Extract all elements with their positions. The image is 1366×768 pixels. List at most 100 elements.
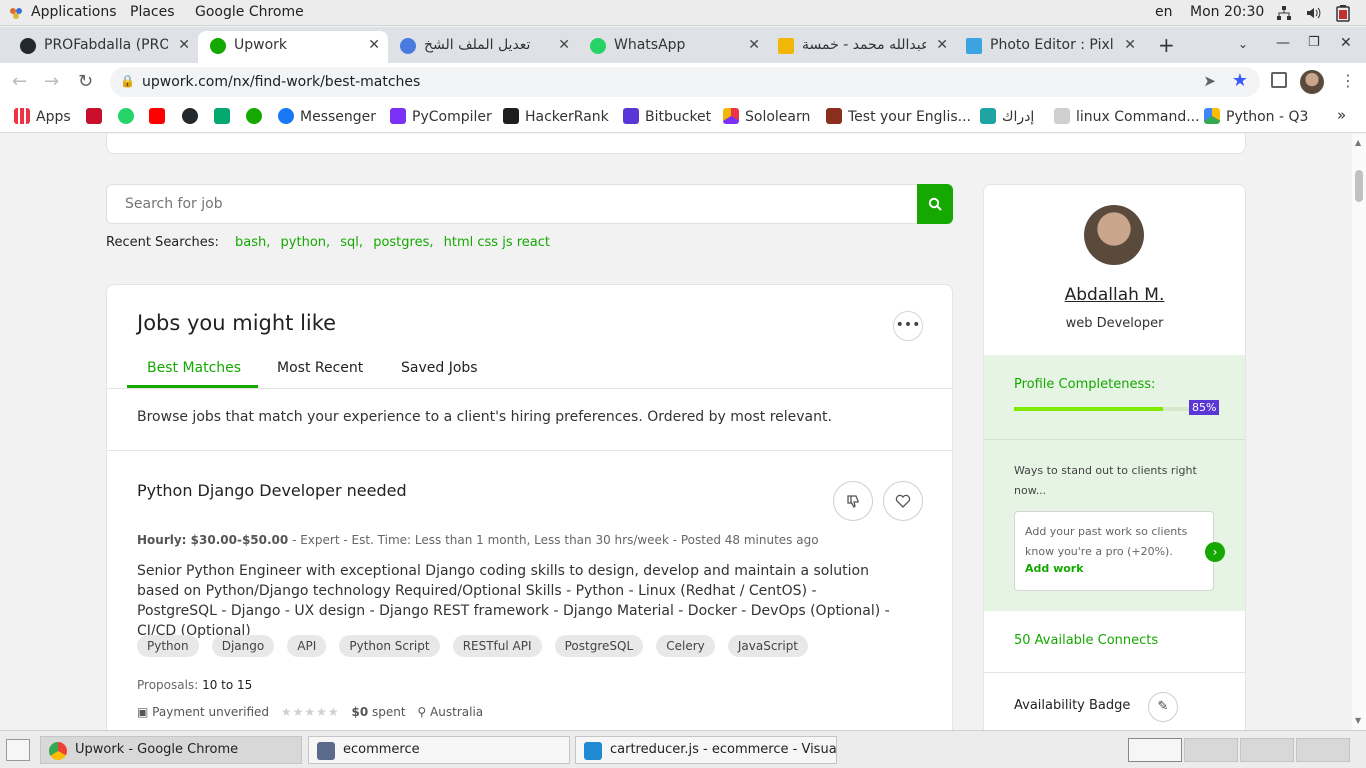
tab-upwork[interactable]: Upwork ✕ bbox=[198, 31, 388, 63]
workspace-2[interactable] bbox=[1184, 738, 1238, 762]
workspace-3[interactable] bbox=[1240, 738, 1294, 762]
reload-icon[interactable]: ↻ bbox=[78, 71, 93, 92]
add-work-link[interactable]: Add work bbox=[1025, 562, 1084, 575]
skill-tag[interactable]: RESTful API bbox=[452, 635, 542, 657]
clock[interactable]: Mon 20:30 bbox=[1190, 4, 1264, 20]
url-text[interactable]: upwork.com/nx/find-work/best-matches bbox=[142, 74, 420, 90]
dislike-job-button[interactable] bbox=[833, 481, 873, 521]
bookmark-pycompiler[interactable]: PyCompiler bbox=[390, 108, 492, 125]
bookmark-python-q3[interactable]: Python - Q3 bbox=[1204, 108, 1308, 125]
bookmark-upwork[interactable] bbox=[246, 108, 268, 125]
bookmark-bitbucket[interactable]: Bitbucket bbox=[623, 108, 711, 125]
forward-icon[interactable]: → bbox=[44, 71, 59, 92]
taskbar-chrome[interactable]: Upwork - Google Chrome bbox=[40, 736, 302, 764]
tab-search-icon[interactable]: ⌄ bbox=[1238, 37, 1248, 51]
close-icon[interactable]: ✕ bbox=[558, 31, 570, 59]
search-input[interactable] bbox=[106, 184, 917, 224]
address-bar[interactable]: 🔒 upwork.com/nx/find-work/best-matches ➤… bbox=[110, 67, 1260, 97]
skill-tag[interactable]: Celery bbox=[656, 635, 715, 657]
bookmark-github[interactable] bbox=[182, 108, 204, 125]
close-icon[interactable]: ✕ bbox=[368, 31, 380, 59]
skill-tag[interactable]: Python Script bbox=[339, 635, 440, 657]
keyboard-language[interactable]: en bbox=[1155, 4, 1173, 20]
profile-name-link[interactable]: Abdallah M. bbox=[984, 285, 1245, 305]
bookmark-apps[interactable]: Apps bbox=[14, 108, 71, 125]
more-bookmarks-icon[interactable]: » bbox=[1337, 106, 1346, 124]
tab-pixlr[interactable]: Photo Editor : Pixlr ✕ bbox=[954, 31, 1144, 63]
bookmark-uk[interactable] bbox=[86, 108, 108, 125]
side-panel-icon[interactable] bbox=[1271, 72, 1287, 88]
back-icon[interactable]: ← bbox=[12, 71, 27, 92]
tab-khamsat[interactable]: عبدالله محمد - خمسة ✕ bbox=[766, 31, 956, 63]
scroll-down-icon[interactable]: ▼ bbox=[1355, 716, 1361, 725]
page-scrollbar[interactable]: ▲ ▼ bbox=[1352, 134, 1366, 730]
bookmark-edraak[interactable]: إدراك bbox=[980, 108, 1034, 125]
skill-tag[interactable]: Python bbox=[137, 635, 199, 657]
show-desktop-icon[interactable] bbox=[6, 739, 30, 761]
add-work-suggestion[interactable]: Add your past work so clients know you'r… bbox=[1014, 511, 1225, 591]
skill-tag[interactable]: JavaScript bbox=[727, 635, 809, 657]
skill-tag[interactable]: Django bbox=[211, 635, 275, 657]
bookmark-sololearn[interactable]: Sololearn bbox=[723, 108, 810, 125]
close-icon[interactable]: ✕ bbox=[748, 31, 760, 59]
close-icon[interactable]: ✕ bbox=[936, 31, 948, 59]
bookmark-english-test[interactable]: Test your Englis... bbox=[826, 108, 971, 125]
bookmark-w3schools[interactable] bbox=[214, 108, 236, 125]
chevron-right-icon[interactable]: › bbox=[1205, 542, 1225, 562]
workspace-4[interactable] bbox=[1296, 738, 1350, 762]
recent-search-sql[interactable]: sql, bbox=[340, 235, 363, 250]
close-icon[interactable]: ✕ bbox=[178, 31, 190, 59]
applications-menu[interactable]: Applications bbox=[31, 4, 117, 20]
tab-whatsapp[interactable]: WhatsApp ✕ bbox=[578, 31, 768, 63]
active-app-menu[interactable]: Google Chrome bbox=[195, 4, 304, 20]
bookmark-youtube[interactable] bbox=[149, 108, 171, 125]
workspace-1[interactable] bbox=[1128, 738, 1182, 762]
bookmark-linux-commands[interactable]: linux Command... bbox=[1054, 108, 1200, 125]
places-menu[interactable]: Places bbox=[130, 4, 175, 20]
battery-icon[interactable] bbox=[1336, 4, 1350, 26]
lock-icon[interactable]: 🔒 bbox=[120, 74, 135, 88]
divider bbox=[984, 439, 1245, 440]
tab-profile-edit[interactable]: تعديل الملف الشخ ✕ bbox=[388, 31, 578, 63]
skill-tag[interactable]: API bbox=[287, 635, 327, 657]
bookmark-star-icon[interactable]: ★ bbox=[1232, 70, 1248, 91]
tab-github[interactable]: PROFabdalla (PROF ✕ bbox=[8, 31, 198, 63]
profile-avatar-icon[interactable] bbox=[1300, 70, 1324, 94]
menu-dots-icon[interactable]: ⋮ bbox=[1340, 71, 1356, 90]
client-info: ▣ Payment unverified ★★★★★ $0 spent ⚲ Au… bbox=[137, 705, 483, 719]
avatar[interactable] bbox=[1084, 205, 1144, 265]
volume-icon[interactable] bbox=[1305, 5, 1321, 25]
send-icon[interactable]: ➤ bbox=[1203, 72, 1216, 90]
scroll-thumb[interactable] bbox=[1355, 170, 1363, 202]
more-options-button[interactable]: ••• bbox=[893, 311, 923, 341]
bookmark-messenger[interactable]: Messenger bbox=[278, 108, 376, 125]
close-icon[interactable]: ✕ bbox=[1124, 31, 1136, 59]
network-icon[interactable] bbox=[1276, 5, 1292, 25]
window-close-icon[interactable]: ✕ bbox=[1340, 35, 1352, 51]
minimize-icon[interactable]: — bbox=[1276, 35, 1290, 51]
search-button[interactable] bbox=[917, 184, 953, 224]
bookmark-hackerrank[interactable]: HackerRank bbox=[503, 108, 609, 125]
skill-tag[interactable]: PostgreSQL bbox=[554, 635, 644, 657]
recent-search-bash[interactable]: bash, bbox=[235, 235, 270, 250]
bookmark-whatsapp[interactable] bbox=[118, 108, 140, 125]
recent-search-python[interactable]: python, bbox=[281, 235, 331, 250]
recent-search-html-css-js-react[interactable]: html css js react bbox=[444, 235, 550, 250]
new-tab-icon[interactable]: + bbox=[1158, 33, 1175, 57]
tab-best-matches[interactable]: Best Matches bbox=[147, 360, 241, 376]
tab-saved-jobs[interactable]: Saved Jobs bbox=[401, 360, 478, 376]
save-job-button[interactable] bbox=[883, 481, 923, 521]
maximize-icon[interactable]: ❐ bbox=[1308, 35, 1320, 50]
applications-icon[interactable] bbox=[8, 6, 24, 20]
recent-search-postgres[interactable]: postgres, bbox=[373, 235, 433, 250]
job-description: Senior Python Engineer with exceptional … bbox=[137, 563, 890, 639]
tab-most-recent[interactable]: Most Recent bbox=[277, 360, 363, 376]
job-title-link[interactable]: Python Django Developer needed bbox=[137, 481, 407, 500]
completeness-percent-badge: 85% bbox=[1189, 400, 1220, 415]
scroll-up-icon[interactable]: ▲ bbox=[1355, 138, 1361, 147]
edit-availability-button[interactable]: ✎ bbox=[1148, 692, 1178, 722]
taskbar-vscode[interactable]: cartreducer.js - ecommerce - Visual ... bbox=[575, 736, 837, 764]
upwork-page: Recent Searches: bash, python, sql, post… bbox=[0, 134, 1352, 730]
available-connects-link[interactable]: 50 Available Connects bbox=[1014, 633, 1158, 648]
taskbar-ecommerce[interactable]: ecommerce bbox=[308, 736, 570, 764]
